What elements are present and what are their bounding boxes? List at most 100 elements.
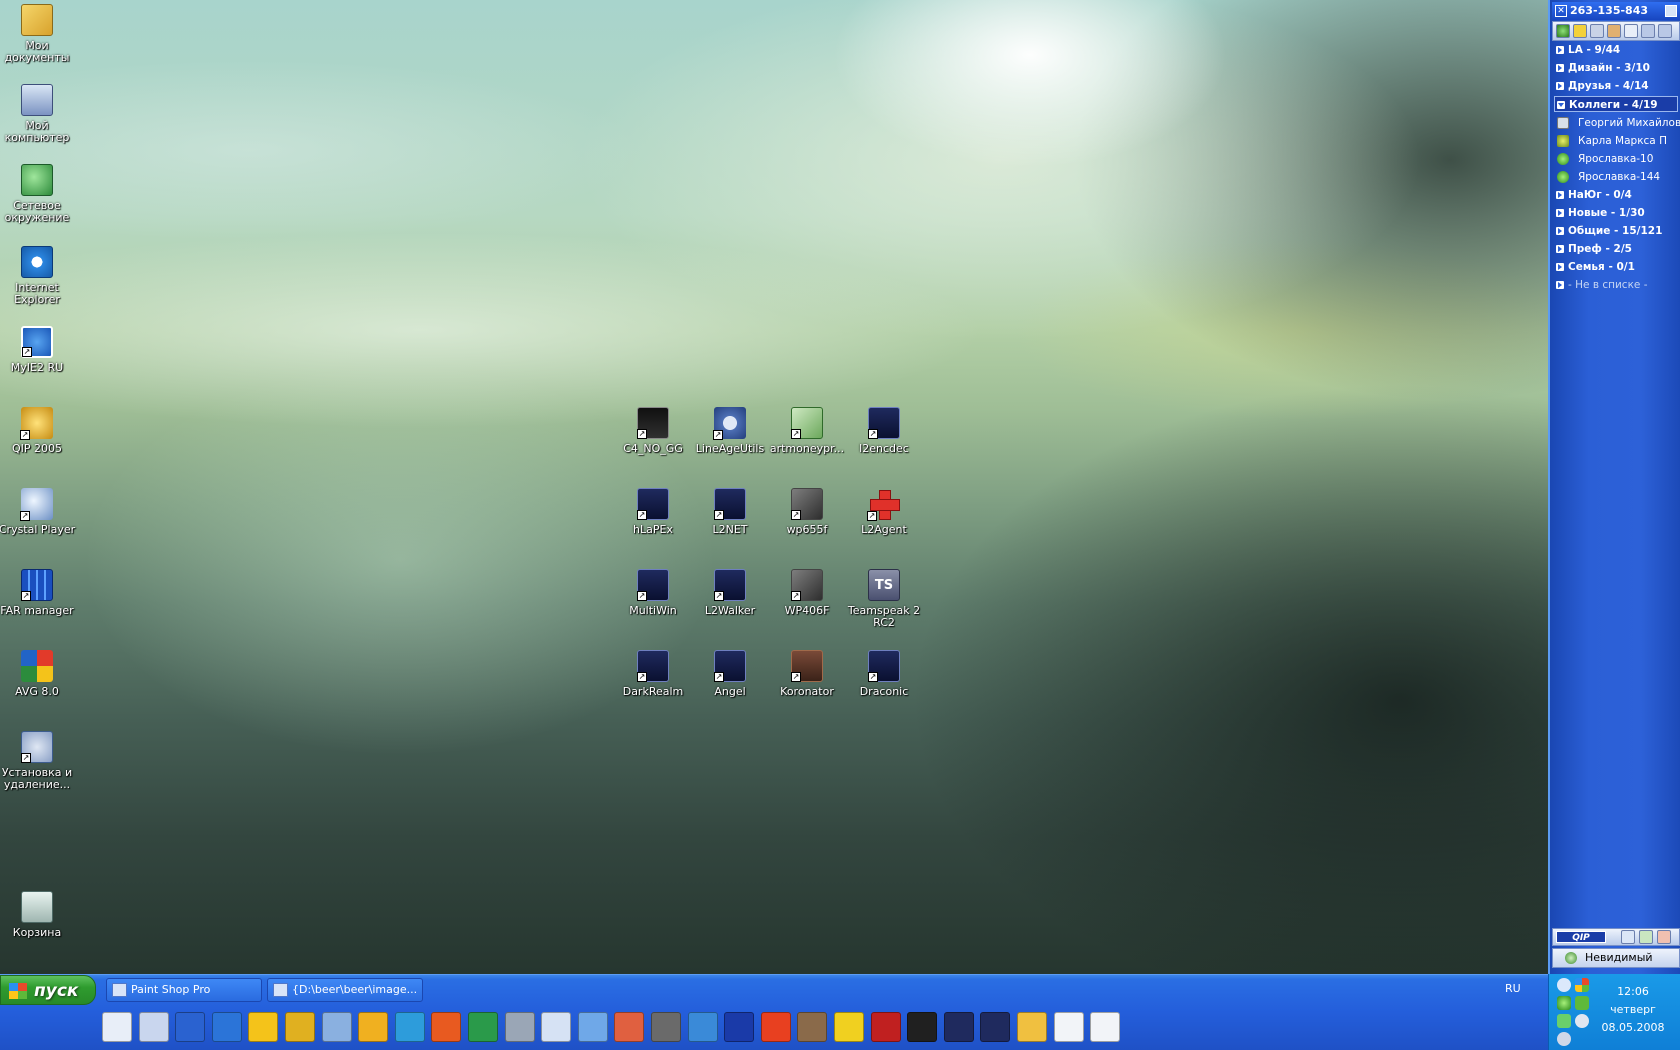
desktop-icon-darkrealm[interactable]: ↗ DarkRealm xyxy=(614,650,692,698)
qip-group[interactable]: Преф - 2/5 xyxy=(1554,241,1678,257)
qip-icon[interactable] xyxy=(285,1012,315,1042)
firewall-icon[interactable] xyxy=(760,1012,791,1042)
language-indicator[interactable]: RU xyxy=(1505,982,1521,995)
pencil-icon[interactable] xyxy=(1607,24,1621,38)
winamp-icon[interactable] xyxy=(358,1012,389,1042)
desktop-icon-network[interactable]: Сетевое окружение xyxy=(0,164,76,224)
paint4-icon[interactable] xyxy=(468,1012,498,1042)
envelope-icon[interactable] xyxy=(1017,1012,1047,1042)
qip-group[interactable]: Новые - 1/30 xyxy=(1554,205,1678,221)
desktop-icon-wp406f[interactable]: ↗ WP406F xyxy=(768,569,846,617)
network-tray-icon[interactable] xyxy=(1557,1014,1571,1028)
qip-contact[interactable]: Георгий Михайлович xyxy=(1554,115,1680,131)
desktop-icon-recycle-bin[interactable]: Корзина xyxy=(0,891,76,939)
desktop-icon-wp655f[interactable]: ↗ wp655f xyxy=(768,488,846,536)
desktop-icon-multiwin[interactable]: ↗ MultiWin xyxy=(614,569,692,617)
avg-tray-icon[interactable] xyxy=(1575,996,1589,1010)
crystal-player-icon[interactable] xyxy=(321,1012,352,1042)
qip-tray-icon[interactable] xyxy=(1557,996,1571,1010)
myie-icon[interactable] xyxy=(211,1012,242,1042)
qip-group[interactable]: LA - 9/44 xyxy=(1554,42,1678,58)
clock-time[interactable]: 12:06 xyxy=(1596,985,1670,998)
status-online-icon[interactable] xyxy=(1556,24,1570,38)
windows-tray-icon[interactable] xyxy=(1575,978,1589,992)
lineage-icon[interactable] xyxy=(943,1012,974,1042)
globe-icon[interactable] xyxy=(687,1012,718,1042)
shield-icon[interactable] xyxy=(1590,24,1604,38)
desktop-icon-artmoney[interactable]: ↗ artmoneypr... xyxy=(768,407,846,455)
desktop-icon-internet-explorer[interactable]: Internet Explorer xyxy=(0,246,76,306)
qip-group[interactable]: Общие - 15/121 xyxy=(1554,223,1678,239)
desktop-icon-my-documents[interactable]: Мои документы xyxy=(0,4,76,64)
qip-logo[interactable]: QIP xyxy=(1556,931,1606,943)
desktop-icon-far-manager[interactable]: ↗ FAR manager xyxy=(0,569,76,617)
qip-group-not-in-list[interactable]: - Не в списке - xyxy=(1554,277,1678,293)
desktop-icon-label: QIP 2005 xyxy=(11,442,63,455)
taskbar-button-paint-shop-pro[interactable]: Paint Shop Pro xyxy=(106,978,262,1002)
start-button[interactable]: пуск xyxy=(0,975,96,1005)
qip-contact[interactable]: Карла Маркса П xyxy=(1554,133,1680,149)
desktop-icon-crystal-player[interactable]: ↗ Crystal Player xyxy=(0,488,76,536)
alert-icon[interactable] xyxy=(1657,930,1671,944)
desktop[interactable]: Мои документы Мой компьютер Сетевое окру… xyxy=(0,0,1548,974)
desktop-icon-l2walker[interactable]: ↗ L2Walker xyxy=(691,569,769,617)
desktop-icon-avg[interactable]: AVG 8.0 xyxy=(0,650,76,698)
picasa-icon[interactable] xyxy=(614,1012,645,1042)
feather-icon[interactable] xyxy=(394,1012,425,1042)
bim-icon[interactable] xyxy=(651,1012,681,1042)
qip-contact[interactable]: Ярославка-144 xyxy=(1554,169,1680,185)
taskbar-button-image-folder[interactable]: {D:\beer\beer\image... xyxy=(267,978,423,1002)
desktop-icon-l2net[interactable]: ↗ L2NET xyxy=(691,488,769,536)
mail-icon[interactable] xyxy=(1639,930,1653,944)
eye-icon[interactable] xyxy=(504,1012,535,1042)
qip-group[interactable]: Друзья - 4/14 xyxy=(1554,78,1678,94)
qip-group[interactable]: Семья - 0/1 xyxy=(1554,259,1678,275)
desktop-icon-koronator[interactable]: ↗ Koronator xyxy=(768,650,846,698)
qip-title-bar[interactable]: ✕ 263-135-843 xyxy=(1552,2,1680,20)
desktop-icon-draconic[interactable]: ↗ Draconic xyxy=(845,650,923,698)
desktop-icon-lineageutils[interactable]: ↗ LineAgeUtils xyxy=(691,407,769,455)
lineage2-icon[interactable] xyxy=(980,1012,1011,1042)
qip-contact[interactable]: Ярославка-10 xyxy=(1554,151,1680,167)
notepad-icon[interactable] xyxy=(577,1012,608,1042)
window-icon[interactable] xyxy=(1624,24,1638,38)
batman-icon[interactable] xyxy=(248,1012,279,1042)
qip-group[interactable]: НаЮг - 0/4 xyxy=(1554,187,1678,203)
desktop-icon-my-computer[interactable]: Мой компьютер xyxy=(0,84,76,144)
window-icon[interactable] xyxy=(1053,1012,1084,1042)
desktop-icon-l2agent[interactable]: ↗ L2Agent xyxy=(845,488,923,536)
volume-tray-icon[interactable] xyxy=(1575,1014,1589,1028)
close-icon[interactable]: ✕ xyxy=(1555,5,1567,17)
desktop-icon-add-remove[interactable]: ↗ Установка и удаление... xyxy=(0,731,76,791)
list-icon[interactable] xyxy=(1641,24,1655,38)
desktop-icon-qip[interactable]: ↗ QIP 2005 xyxy=(0,407,76,455)
qip-group-open[interactable]: Коллеги - 4/19 xyxy=(1554,96,1678,112)
regedit-icon[interactable] xyxy=(870,1012,901,1042)
g-icon[interactable] xyxy=(1573,24,1587,38)
terminal-icon[interactable] xyxy=(907,1012,938,1042)
myie-tray-icon[interactable] xyxy=(1557,978,1571,992)
qip-status-button[interactable]: Невидимый xyxy=(1552,948,1680,968)
desktop-icon-label: Angel xyxy=(714,685,746,698)
desktop-icon-angel[interactable]: ↗ Angel xyxy=(691,650,769,698)
far-manager-icon[interactable] xyxy=(175,1012,206,1042)
search-icon[interactable] xyxy=(1621,930,1635,944)
desktop-icon-teamspeak[interactable]: TS Teamspeak 2 RC2 xyxy=(845,569,923,629)
clock-tray-icon[interactable] xyxy=(1557,1032,1571,1046)
yellow-letter-icon[interactable] xyxy=(834,1012,864,1042)
minimize-icon[interactable] xyxy=(1665,5,1677,17)
desktop-icon-l2encdec[interactable]: ↗ l2encdec xyxy=(845,407,923,455)
mirc-icon[interactable] xyxy=(724,1012,755,1042)
desktop-icon-hlapex[interactable]: ↗ hLaPEx xyxy=(614,488,692,536)
paint-icon[interactable] xyxy=(431,1012,462,1042)
settings-icon[interactable] xyxy=(1658,24,1672,38)
calculator-icon[interactable] xyxy=(541,1012,572,1042)
outlook-icon[interactable] xyxy=(102,1012,132,1042)
reel-icon[interactable] xyxy=(797,1012,828,1042)
shortcut-arrow-icon: ↗ xyxy=(20,430,30,440)
desktop-icon-c4-no-gg[interactable]: ↗ C4_NO_GG xyxy=(614,407,692,455)
qip-group[interactable]: Дизайн - 3/10 xyxy=(1554,60,1678,76)
desktop-icon-myie[interactable]: ↗ MyIE2 RU xyxy=(0,326,76,374)
window2-icon[interactable] xyxy=(1090,1012,1121,1042)
show-desktop-icon[interactable] xyxy=(138,1012,169,1042)
